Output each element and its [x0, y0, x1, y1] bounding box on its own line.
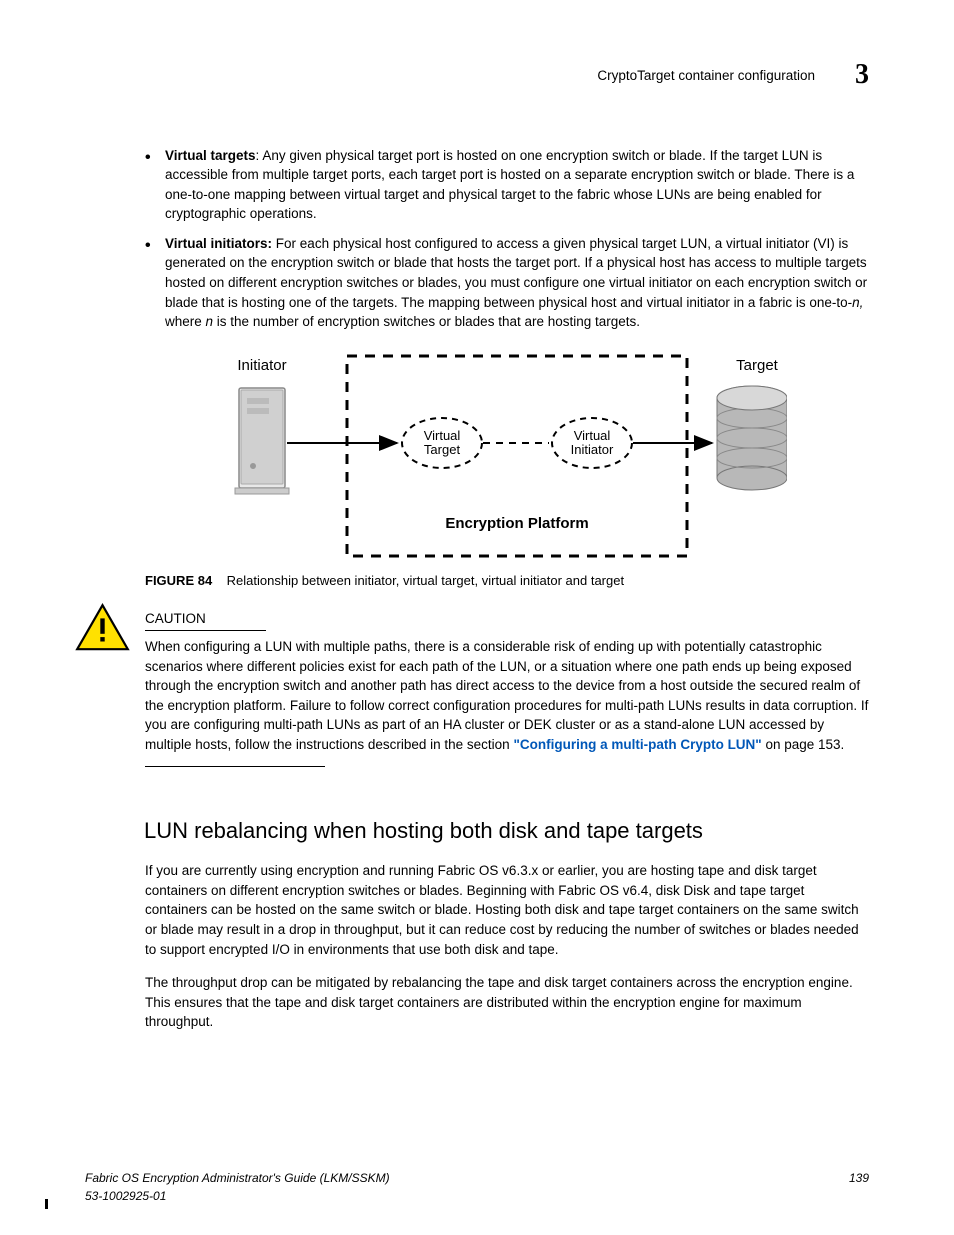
diagram-vi-label2: Initiator [571, 442, 614, 457]
diagram-svg: Initiator Target [227, 348, 787, 568]
caution-link[interactable]: "Configuring a multi-path Crypto LUN" [513, 737, 761, 752]
bullet-italic-b: n [206, 314, 214, 329]
initiator-icon [235, 388, 289, 494]
section-heading: LUN rebalancing when hosting both disk a… [144, 815, 869, 847]
footer-guide-title: Fabric OS Encryption Administrator's Gui… [85, 1170, 390, 1187]
target-icon [717, 386, 787, 490]
header-title: CryptoTarget container configuration [597, 66, 815, 86]
bullet-text-c: is the number of encryption switches or … [213, 314, 640, 329]
caution-text-a: When configuring a LUN with multiple pat… [145, 639, 868, 752]
diagram-target-label: Target [736, 357, 779, 374]
bullet-text: Any given physical target port is hosted… [165, 148, 854, 222]
bullet-virtual-initiators: Virtual initiators: For each physical ho… [145, 234, 869, 332]
section-p1: If you are currently using encryption an… [145, 861, 869, 959]
diagram-initiator-label: Initiator [237, 357, 286, 374]
caution-text: When configuring a LUN with multiple pat… [145, 637, 869, 754]
figure-caption-text: Relationship between initiator, virtual … [227, 573, 624, 588]
caution-icon [75, 603, 130, 658]
figure-caption: FIGURE 84 Relationship between initiator… [145, 572, 869, 591]
diagram-vt-label1: Virtual [424, 428, 461, 443]
page-footer: Fabric OS Encryption Administrator's Gui… [85, 1170, 869, 1205]
bullet-text-b: where [165, 314, 206, 329]
chapter-number: 3 [855, 55, 869, 96]
section-p2: The throughput drop can be mitigated by … [145, 973, 869, 1032]
figure-label: FIGURE 84 [145, 573, 212, 588]
diagram-vi-label1: Virtual [574, 428, 611, 443]
bullet-term: Virtual targets [165, 148, 256, 163]
footer-page-number: 139 [849, 1170, 869, 1205]
bullet-term: Virtual initiators: [165, 236, 272, 251]
bullet-italic-a: n, [852, 295, 863, 310]
caution-divider [145, 766, 325, 767]
caution-heading: CAUTION [145, 609, 266, 632]
change-bar [45, 1199, 48, 1209]
diagram-vt-label2: Target [424, 442, 461, 457]
page-header: CryptoTarget container configuration 3 [85, 55, 869, 96]
diagram-platform-label: Encryption Platform [445, 515, 588, 532]
bullet-virtual-targets: Virtual targets: Any given physical targ… [145, 146, 869, 224]
caution-text-b: on page 153. [762, 737, 845, 752]
figure-84: Initiator Target [145, 348, 869, 591]
footer-doc-number: 53-1002925-01 [85, 1188, 390, 1205]
